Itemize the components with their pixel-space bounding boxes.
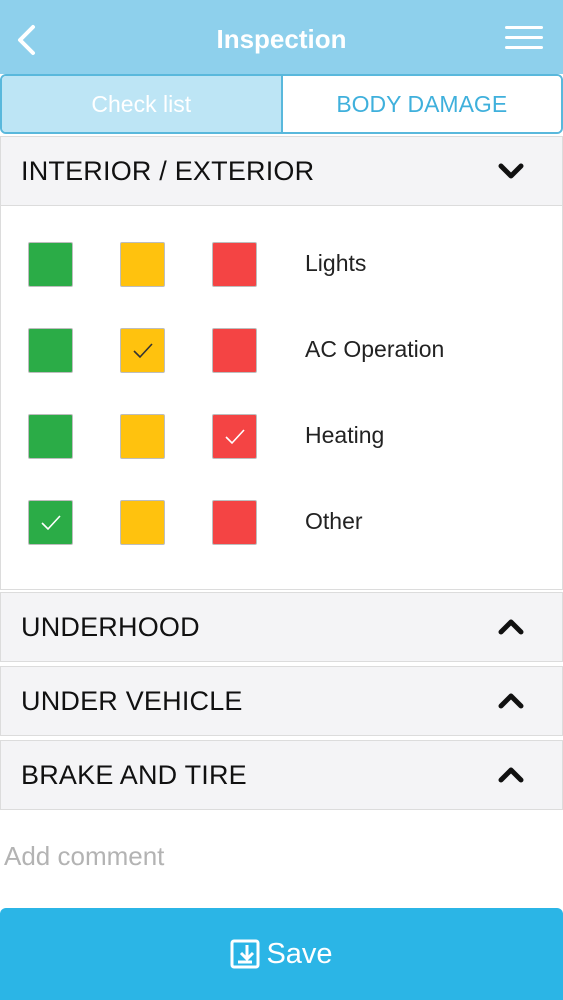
chevron-up-icon [498,767,524,783]
checkmark-icon [224,428,245,444]
status-bad-checkbox[interactable] [212,242,257,287]
section-header-underhood[interactable]: UNDERHOOD [0,592,563,662]
checklist-item-label: Heating [305,422,385,448]
page-title: Inspection [216,24,347,54]
status-good-checkbox[interactable] [28,414,73,459]
section-header-under-vehicle[interactable]: UNDER VEHICLE [0,666,563,736]
section-title: UNDERHOOD [21,611,200,642]
save-download-icon [230,939,260,969]
chevron-down-icon [498,163,524,179]
section-header-brake-and-tire[interactable]: BRAKE AND TIRE [0,740,563,810]
comment-input[interactable] [4,836,559,876]
status-bad-checkbox[interactable] [212,414,257,459]
checkmark-icon [40,514,61,530]
hamburger-line [505,46,543,49]
checklist-row-ac-operation: AC Operation [1,328,563,374]
section-title: BRAKE AND TIRE [21,759,247,790]
checkmark-icon [132,342,153,358]
status-warning-checkbox[interactable] [120,328,165,373]
status-warning-checkbox[interactable] [120,414,165,459]
checklist-row-lights: Lights [1,242,563,288]
save-label: Save [266,937,333,970]
chevron-up-icon [498,693,524,709]
status-bad-checkbox[interactable] [212,328,257,373]
status-warning-checkbox[interactable] [120,242,165,287]
checklist-item-label: AC Operation [305,336,445,362]
status-bad-checkbox[interactable] [212,500,257,545]
tab-body-damage[interactable]: BODY DAMAGE [282,76,561,132]
checklist-row-heating: Heating [1,414,563,460]
tab-check-list[interactable]: Check list [2,76,283,132]
menu-button[interactable] [505,26,543,54]
hamburger-line [505,36,543,39]
status-good-checkbox[interactable] [28,500,73,545]
segmented-tabs: Check list BODY DAMAGE [0,74,563,134]
section-title: INTERIOR / EXTERIOR [21,155,315,186]
checklist-item-label: Other [305,508,363,534]
section-header-interior-exterior[interactable]: INTERIOR / EXTERIOR [0,136,563,206]
hamburger-menu-icon [505,26,543,29]
section-body-interior-exterior: Lights AC Operation Heating Other [0,206,563,590]
chevron-up-icon [498,619,524,635]
status-warning-checkbox[interactable] [120,500,165,545]
section-title: UNDER VEHICLE [21,685,243,716]
checklist-item-label: Lights [305,250,367,276]
save-button[interactable]: Save [0,908,563,1000]
status-good-checkbox[interactable] [28,328,73,373]
app-header: Inspection [0,0,563,74]
checklist-row-other: Other [1,500,563,546]
status-good-checkbox[interactable] [28,242,73,287]
